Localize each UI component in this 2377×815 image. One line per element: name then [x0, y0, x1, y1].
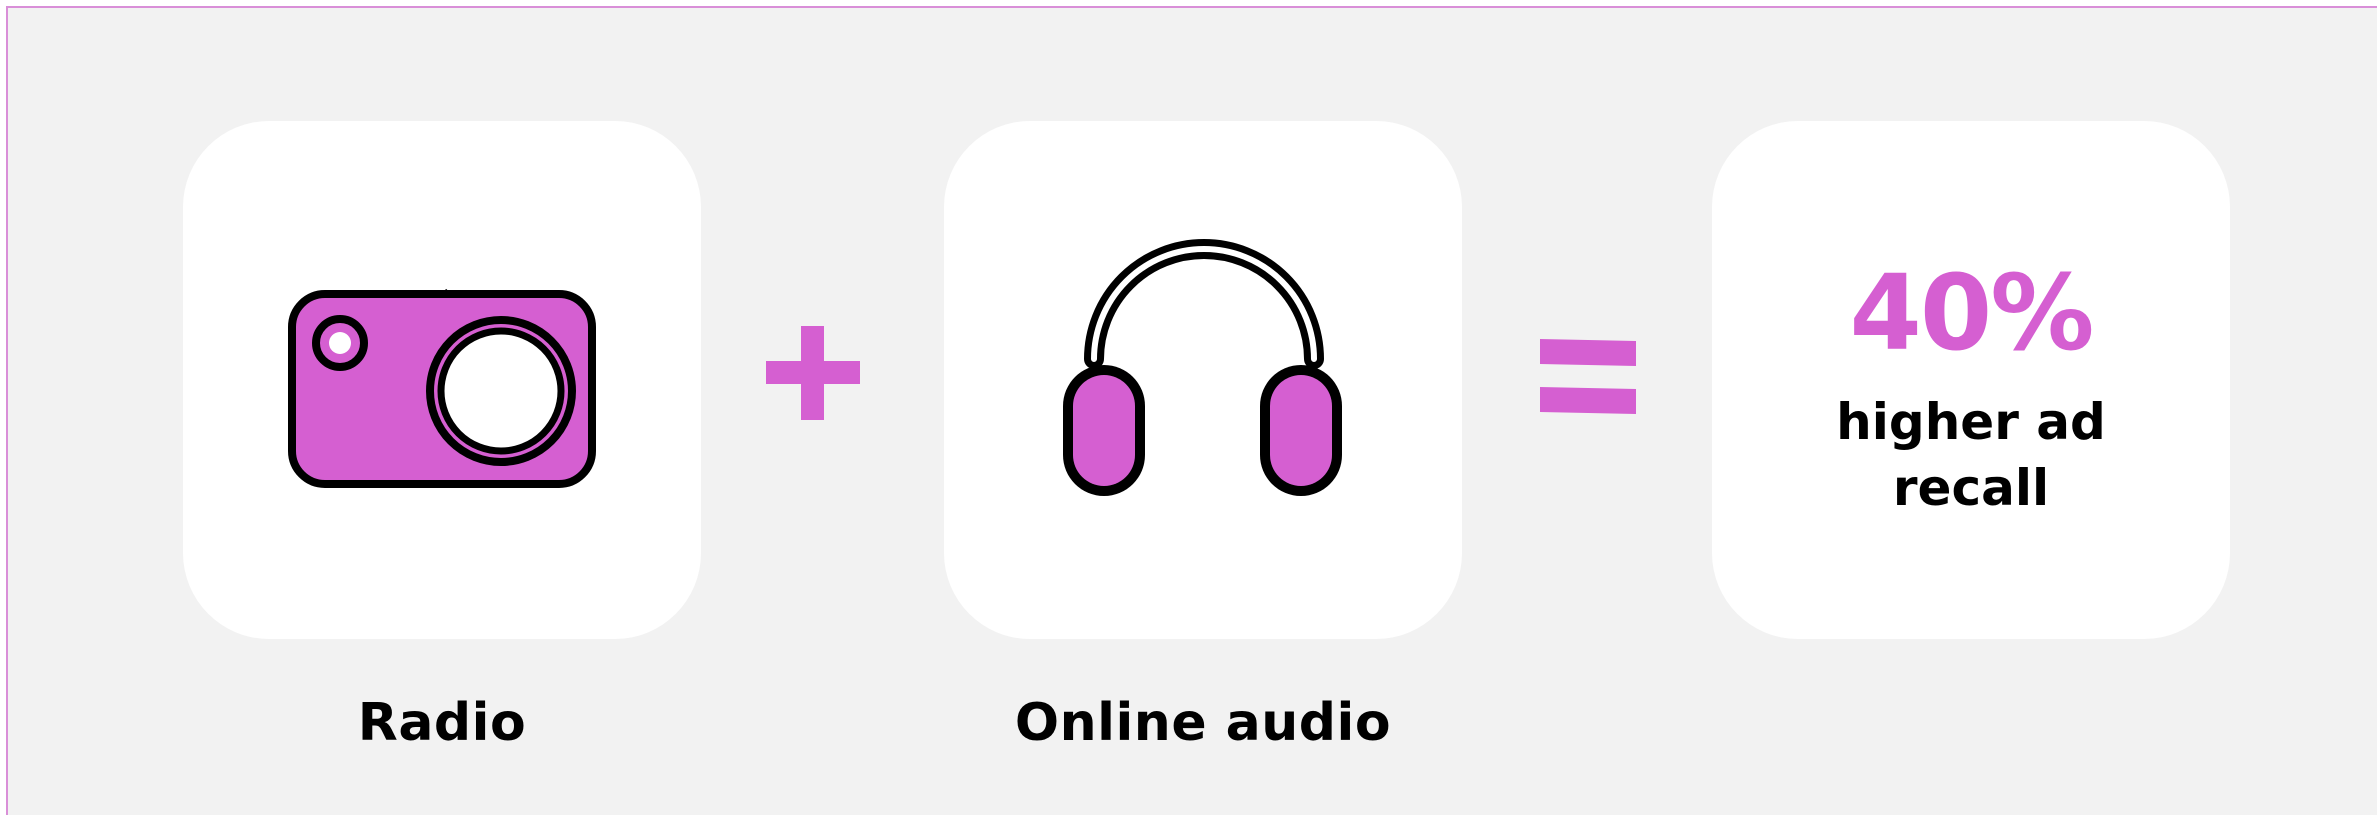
- stat-value: 40%: [1849, 252, 2095, 374]
- online-audio-label: Online audio: [1014, 693, 1392, 753]
- headphones-icon: [1063, 239, 1342, 496]
- online-audio-card: [944, 121, 1462, 639]
- radio-card: [183, 121, 701, 639]
- diagram-canvas: 40% higher ad recall Radio Online audio: [6, 6, 2377, 815]
- result-card: 40% higher ad recall: [1712, 121, 2230, 639]
- stat-caption: higher ad recall: [1836, 393, 2106, 517]
- plus-icon: [766, 326, 860, 420]
- equals-icon: [1540, 339, 1636, 414]
- radio-label: Radio: [357, 693, 527, 753]
- radio-icon: [288, 288, 596, 488]
